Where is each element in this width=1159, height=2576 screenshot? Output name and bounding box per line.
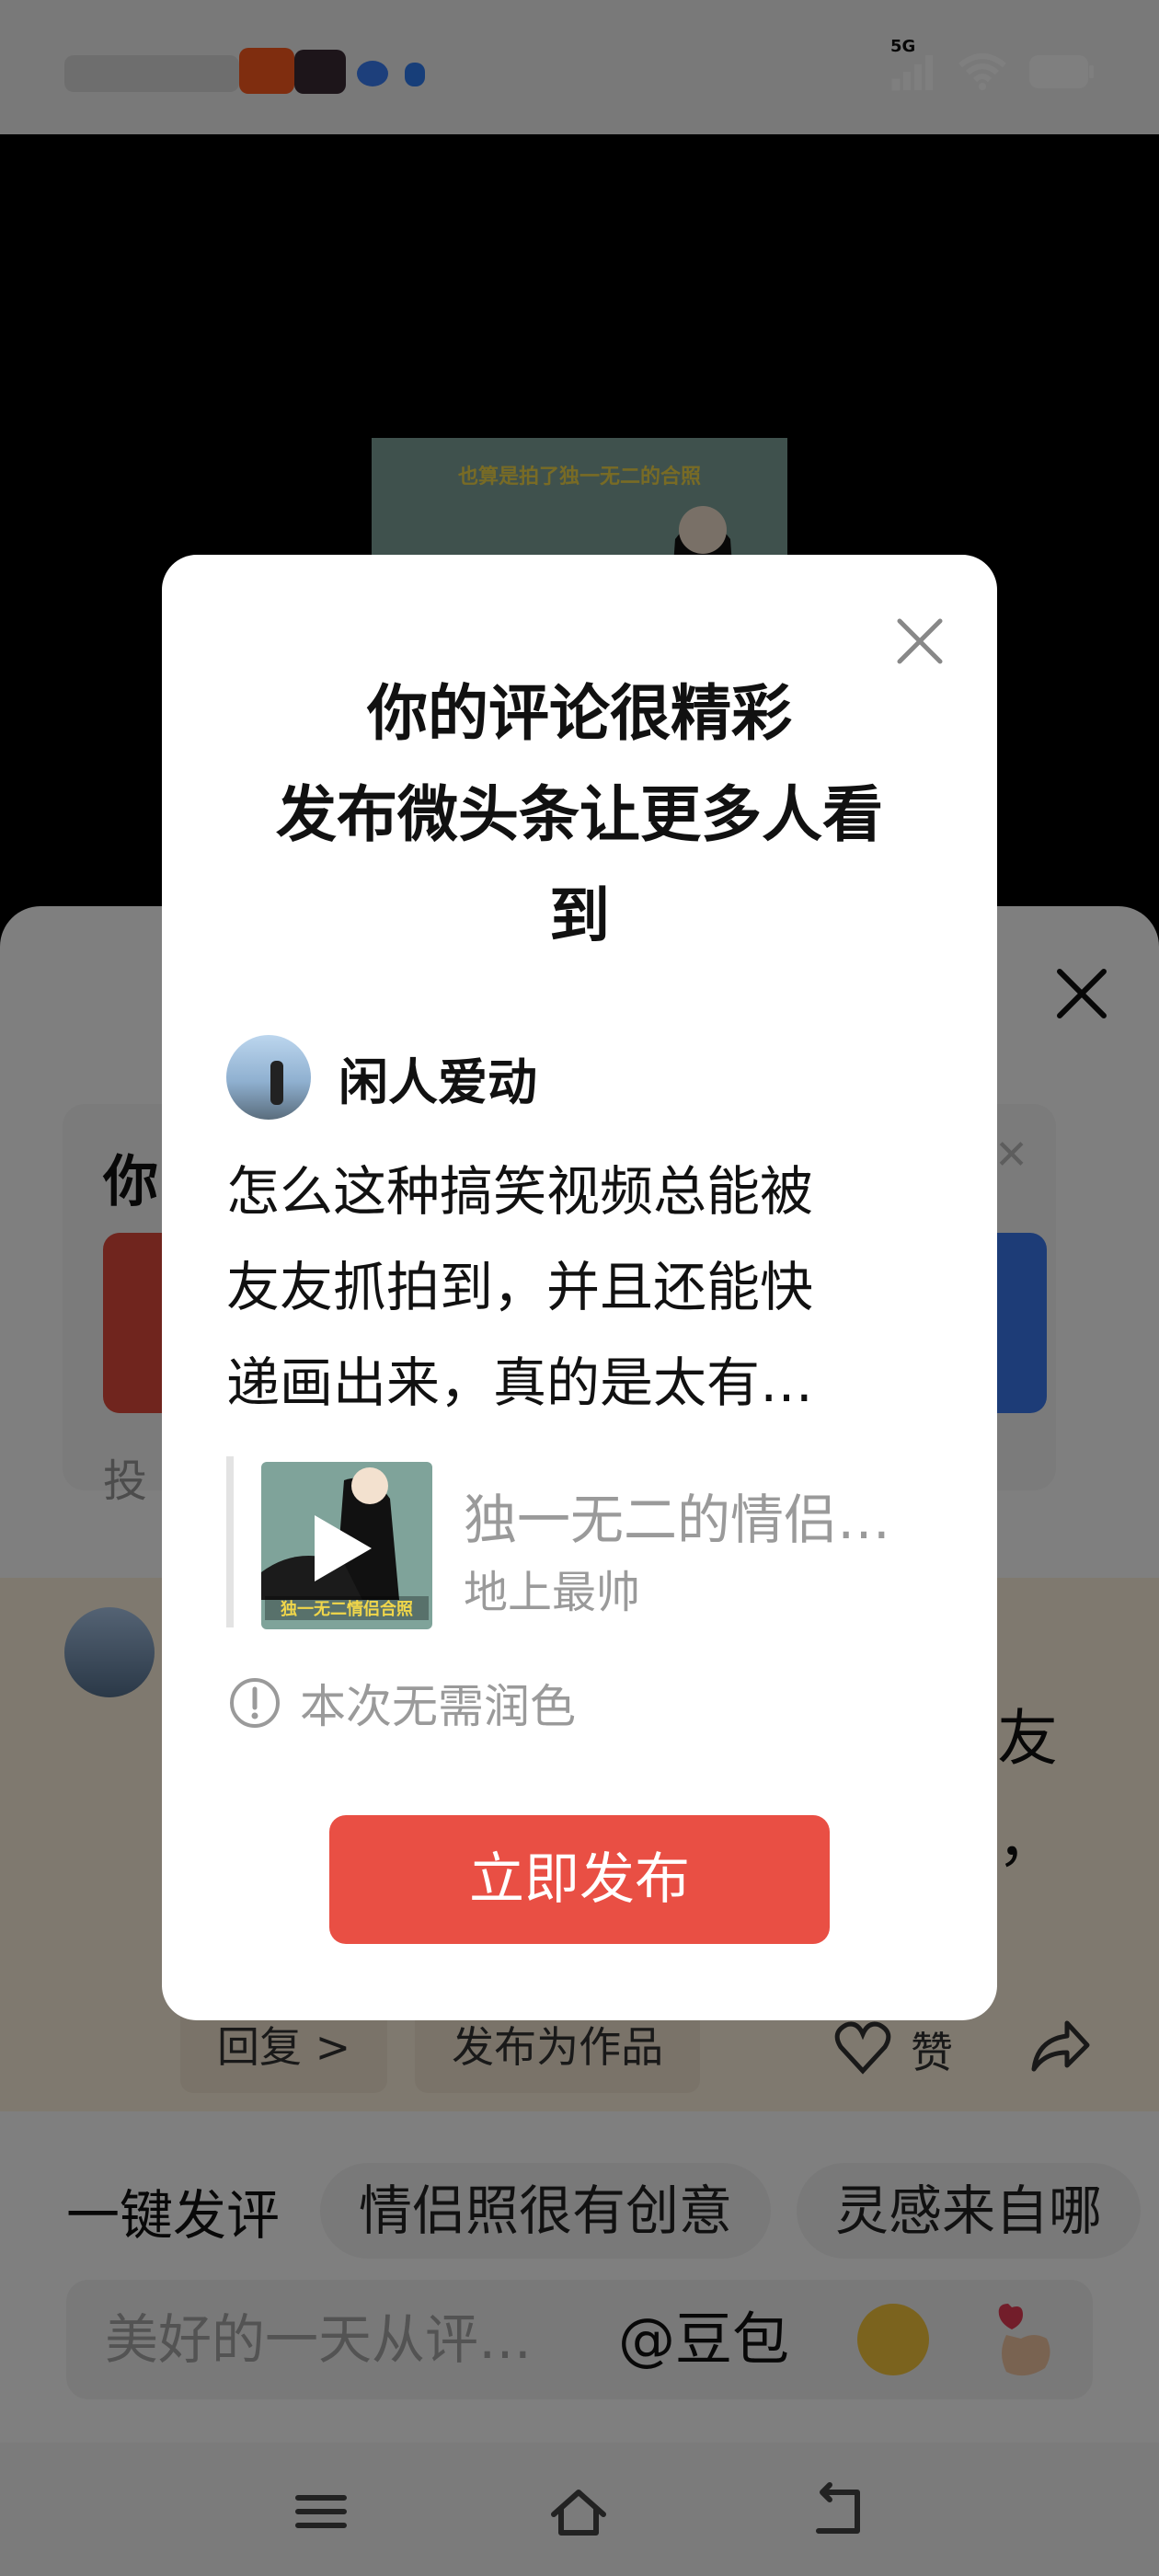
info-icon	[230, 1678, 280, 1728]
comment-preview: 怎么这种搞笑视频总能被 友友抓拍到，并且还能快 递画出来，真的是太有…	[226, 1160, 814, 1414]
quoted-video-thumbnail: 独一无二情侣合照	[261, 1462, 432, 1629]
quoted-video-title: 独一无二的情侣…	[464, 1489, 891, 1551]
polish-notice: 本次无需润色	[228, 1673, 576, 1733]
play-icon	[315, 1515, 372, 1581]
avatar	[226, 1035, 311, 1120]
quoted-video[interactable]: 独一无二情侣合照 独一无二的情侣… 地上最帅	[226, 1456, 944, 1629]
publish-now-button[interactable]: 立即发布	[329, 1815, 830, 1944]
author-name: 闲人爱动	[339, 1052, 537, 1111]
quoted-video-tag: 独一无二情侣合照	[265, 1596, 429, 1620]
quoted-video-author: 地上最帅	[464, 1567, 641, 1618]
notice-text: 本次无需润色	[300, 1680, 576, 1733]
comment-author: 闲人爱动	[226, 1035, 537, 1120]
publish-modal: 你的评论很精彩 发布微头条让更多人看 到 闲人爱动 怎么这种搞笑视频总能被 友友…	[162, 555, 997, 2020]
modal-title: 你的评论很精彩 发布微头条让更多人看 到	[276, 678, 883, 951]
